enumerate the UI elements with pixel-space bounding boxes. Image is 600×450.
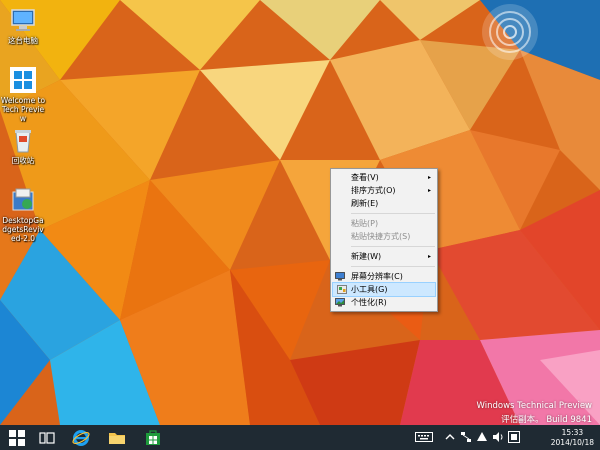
store-icon xyxy=(146,429,160,445)
desktop-icon-welcome[interactable]: Welcome to Tech Preview xyxy=(0,66,46,123)
taskbar-store[interactable] xyxy=(138,425,168,450)
menu-item-refresh[interactable]: 刷新(E) xyxy=(331,197,437,210)
monitor-icon xyxy=(335,272,345,281)
menu-separator xyxy=(351,246,435,247)
volume-icon[interactable] xyxy=(492,431,504,443)
menu-item-screen-resolution[interactable]: 屏幕分辨率(C) xyxy=(331,270,437,283)
submenu-arrow-icon: ▸ xyxy=(427,253,431,260)
desktop-icon-label: 回收站 xyxy=(11,156,35,165)
watermark-line2: 评估副本。 Build 9841 xyxy=(501,415,592,425)
installer-icon xyxy=(9,186,37,214)
taskbar-file-explorer[interactable] xyxy=(102,425,132,450)
submenu-arrow-icon: ▸ xyxy=(427,174,431,181)
show-hidden-icons-icon[interactable] xyxy=(444,431,456,443)
menu-separator xyxy=(351,266,435,267)
menu-item-label: 粘贴快捷方式(S) xyxy=(351,232,411,241)
task-view-button[interactable] xyxy=(32,425,62,450)
menu-item-view[interactable]: 查看(V) ▸ xyxy=(331,171,437,184)
taskbar-internet-explorer[interactable] xyxy=(66,425,96,450)
wallpaper xyxy=(0,0,600,425)
menu-item-label: 粘贴(P) xyxy=(351,219,379,228)
desktop-icon-label: DesktopGadgetsRevived-2.0 xyxy=(2,216,44,243)
desktop-icon-gadgets-revived[interactable]: DesktopGadgetsRevived-2.0 xyxy=(0,186,46,243)
menu-item-label: 新建(W) xyxy=(351,252,382,261)
gadgets-icon xyxy=(337,285,347,294)
keyboard-icon[interactable] xyxy=(415,431,433,443)
language-indicator-icon[interactable] xyxy=(508,431,520,443)
menu-item-sort-by[interactable]: 排序方式(O) ▸ xyxy=(331,184,437,197)
menu-item-label: 刷新(E) xyxy=(351,199,379,208)
system-tray: 15:33 2014/10/18 xyxy=(400,425,600,450)
menu-item-paste-shortcut[interactable]: 粘贴快捷方式(S) xyxy=(331,230,437,243)
menu-item-label: 小工具(G) xyxy=(351,285,388,294)
action-center-icon[interactable] xyxy=(476,431,488,443)
folder-icon xyxy=(109,432,125,444)
clock-date: 2014/10/18 xyxy=(550,438,594,447)
taskbar-clock[interactable]: 15:33 2014/10/18 xyxy=(551,428,594,448)
menu-item-label: 查看(V) xyxy=(351,173,379,182)
windows-start-icon xyxy=(9,429,25,446)
taskbar: 15:33 2014/10/18 xyxy=(0,425,600,450)
desktop-icon-label: Welcome to Tech Preview xyxy=(0,96,46,123)
internet-explorer-icon xyxy=(72,429,90,446)
submenu-arrow-icon: ▸ xyxy=(427,187,431,194)
desktop-context-menu: 查看(V) ▸ 排序方式(O) ▸ 刷新(E) 粘贴(P) 粘贴快捷方式(S) … xyxy=(330,168,438,312)
windows-logo-icon xyxy=(9,66,37,94)
watermark-line1: Windows Technical Preview xyxy=(476,401,592,411)
desktop-icon-recycle-bin[interactable]: 回收站 xyxy=(0,126,46,165)
desktop[interactable]: 这台电脑 Welcome to Tech Preview 回收站 Desktop… xyxy=(0,0,600,425)
computer-icon xyxy=(9,6,37,34)
menu-item-paste[interactable]: 粘贴(P) xyxy=(331,217,437,230)
menu-item-personalize[interactable]: 个性化(R) xyxy=(331,296,437,309)
desktop-icon-label: 这台电脑 xyxy=(8,36,38,45)
start-button[interactable] xyxy=(2,425,32,450)
menu-item-label: 屏幕分辨率(C) xyxy=(351,272,403,281)
desktop-icon-this-pc[interactable]: 这台电脑 xyxy=(0,6,46,45)
menu-item-gadgets[interactable]: 小工具(G) xyxy=(332,282,436,297)
recycle-bin-icon xyxy=(9,126,37,154)
clock-time: 15:33 xyxy=(561,428,584,437)
network-icon[interactable] xyxy=(460,431,472,443)
menu-item-label: 个性化(R) xyxy=(351,298,387,307)
task-view-icon xyxy=(39,431,55,444)
menu-separator xyxy=(351,213,435,214)
menu-item-new[interactable]: 新建(W) ▸ xyxy=(331,250,437,263)
menu-item-label: 排序方式(O) xyxy=(351,186,396,195)
personalize-icon xyxy=(335,298,345,307)
